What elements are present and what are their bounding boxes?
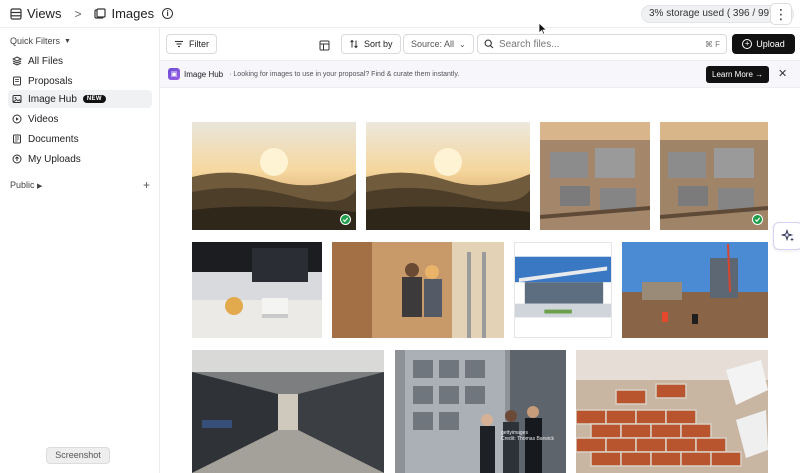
sidebar-item-label: Documents [28,133,79,145]
views-icon [10,7,22,20]
file-icon [13,76,21,86]
image-tile-bricklaying[interactable] [576,350,768,473]
toolbar: Filter Sort by Source: All ⌄ ⌘ F + Uploa… [160,28,800,60]
sidebar-item-label: Videos [28,113,59,125]
filter-icon [175,40,183,48]
play-icon [12,114,22,124]
search-input[interactable] [499,38,689,50]
image-tile-construction-aerial-1[interactable] [540,122,650,230]
quick-filters-label: Quick Filters [10,36,61,46]
screenshot-tooltip: Screenshot [46,447,110,464]
image-tile-hills-sunset-1[interactable] [192,122,356,230]
public-section: Public ▶ + [10,178,150,192]
quick-filters-header[interactable]: Quick Filters ▼ [10,36,71,46]
breadcrumb-images: Images [111,6,155,21]
image-grid: gettyimages Credit: Thomas Barwick [160,89,800,473]
top-bar: Views > Images i 3% storage used ( 396 /… [0,0,800,28]
selected-check-icon [752,214,763,225]
close-icon[interactable]: ✕ [778,68,787,81]
sort-icon [350,39,358,49]
ai-assistant-button[interactable] [773,222,800,250]
banner-text: · Looking for images to use in your prop… [229,70,460,78]
image-icon [12,95,22,103]
upload-button[interactable]: + Upload [732,34,795,54]
image-hub-banner: ▣ Image Hub · Looking for images to use … [160,60,800,88]
filter-label: Filter [189,39,209,49]
image-tile-modern-building[interactable] [514,242,612,338]
sidebar: Quick Filters ▼ All Files Proposals Imag… [0,28,160,473]
image-tile-office-corridor[interactable] [192,350,384,473]
learn-more-button[interactable]: Learn More → [706,66,770,83]
chevron-right-icon: > [74,6,82,21]
caret-down-icon: ▼ [64,37,71,45]
search-icon [484,39,494,49]
add-public-icon[interactable]: + [143,178,150,192]
images-icon [94,7,107,19]
banner-title: Image Hub [184,69,224,79]
plus-circle-icon: + [742,39,753,49]
caret-right-icon: ▶ [37,183,43,190]
image-tile-construction-aerial-2[interactable] [660,122,768,230]
document-icon [13,134,21,144]
filter-button[interactable]: Filter [166,34,217,54]
image-tile-business-people[interactable]: gettyimages Credit: Thomas Barwick [395,350,566,473]
getty-watermark: gettyimages Credit: Thomas Barwick [501,430,554,442]
search-shortcut-hint: ⌘ F [704,39,720,49]
sidebar-item-proposals[interactable]: Proposals [8,72,152,90]
table-layout-icon [319,40,330,51]
layout-toggle-button[interactable] [319,38,330,56]
source-selected-value: Source: All [411,39,455,49]
sidebar-item-my-uploads[interactable]: My Uploads [8,150,152,168]
image-tile-workers-interior[interactable] [332,242,504,338]
sidebar-item-all-files[interactable]: All Files [8,52,152,70]
sidebar-item-label: My Uploads [28,153,81,165]
image-hub-logo-icon: ▣ [168,68,180,80]
selected-check-icon [340,214,351,225]
sidebar-item-label: All Files [28,55,64,67]
breadcrumb-views[interactable]: Views [27,6,61,21]
image-tile-hills-sunset-2[interactable] [366,122,530,230]
watermark-credit: Credit: Thomas Barwick [501,436,554,442]
kebab-icon: ⋮ [774,5,788,22]
public-header[interactable]: Public ▶ [10,180,42,190]
image-tile-construction-site[interactable] [622,242,768,338]
sidebar-item-image-hub[interactable]: Image Hub NEW [8,90,152,108]
sort-label: Sort by [364,39,393,49]
new-badge: NEW [82,95,106,103]
chevron-down-icon: ⌄ [459,39,466,49]
upload-circle-icon [12,154,22,164]
sidebar-item-videos[interactable]: Videos [8,110,152,128]
sidebar-item-documents[interactable]: Documents [8,130,152,148]
sparkles-icon [781,229,794,242]
image-tile-office-desk[interactable] [192,242,322,338]
upload-label: Upload [756,39,785,49]
info-icon[interactable]: i [162,8,174,19]
public-label: Public [10,180,35,190]
sidebar-item-label: Proposals [28,75,73,87]
source-dropdown[interactable]: Source: All ⌄ [403,34,474,54]
breadcrumb: Views > Images i [10,6,174,21]
mouse-cursor-icon [538,22,547,35]
more-menu-button[interactable]: ⋮ [770,3,792,25]
sidebar-item-label: Image Hub [28,93,77,105]
stack-icon [12,56,22,66]
sort-by-button[interactable]: Sort by [341,34,401,54]
search-box: ⌘ F [477,34,727,54]
